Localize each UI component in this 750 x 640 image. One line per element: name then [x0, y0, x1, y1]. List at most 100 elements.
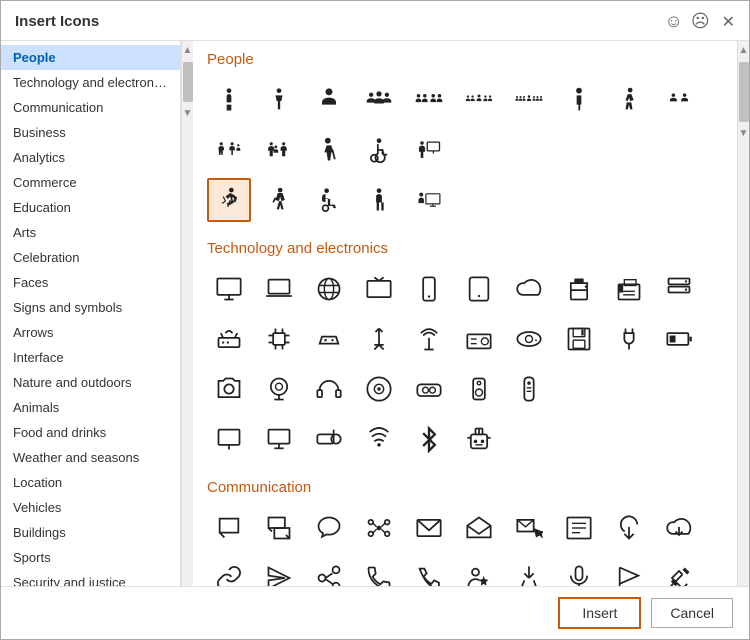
icon-person-silhouette[interactable]	[307, 78, 351, 122]
icon-robot[interactable]	[457, 417, 501, 461]
icon-laptop[interactable]	[257, 267, 301, 311]
icon-cloud[interactable]	[507, 267, 551, 311]
icon-circuit[interactable]	[257, 317, 301, 361]
icon-radio[interactable]	[457, 317, 501, 361]
icon-person-presentation[interactable]	[407, 128, 451, 172]
icon-wheelchair[interactable]	[357, 128, 401, 172]
icon-printer[interactable]	[557, 267, 601, 311]
icon-gamepad[interactable]	[307, 317, 351, 361]
icon-phone[interactable]	[407, 267, 451, 311]
sidebar-item-nature-and-outdoors[interactable]: Nature and outdoors	[1, 370, 180, 395]
icon-usb[interactable]	[357, 317, 401, 361]
icon-satellite[interactable]	[657, 556, 701, 586]
sidebar-item-animals[interactable]: Animals	[1, 395, 180, 420]
icon-hdd[interactable]	[507, 317, 551, 361]
sidebar-item-buildings[interactable]: Buildings	[1, 520, 180, 545]
close-button[interactable]: ✕	[722, 12, 735, 32]
sidebar-item-weather-and-seasons[interactable]: Weather and seasons	[1, 445, 180, 470]
sidebar-scrollbar[interactable]: ▲ ▼	[181, 41, 193, 586]
icon-send[interactable]	[257, 556, 301, 586]
icon-family-2[interactable]	[257, 128, 301, 172]
icon-webcam[interactable]	[257, 367, 301, 411]
sidebar-item-location[interactable]: Location	[1, 470, 180, 495]
main-scroll-up-arrow[interactable]: ▲	[737, 43, 749, 58]
icon-envelope[interactable]	[407, 506, 451, 550]
icon-person-screen[interactable]	[407, 178, 451, 222]
sidebar-item-celebration[interactable]: Celebration	[1, 245, 180, 270]
icon-cloud-download[interactable]	[657, 506, 701, 550]
icon-projector[interactable]	[307, 417, 351, 461]
icon-old-phone[interactable]	[407, 556, 451, 586]
icon-person-tall[interactable]	[557, 78, 601, 122]
icon-person-group-small[interactable]	[657, 78, 701, 122]
main-scroll-down-arrow[interactable]: ▼	[737, 126, 749, 141]
sidebar-item-people[interactable]: People	[1, 45, 180, 70]
icon-headphone[interactable]	[307, 367, 351, 411]
icon-phone-call[interactable]	[357, 556, 401, 586]
icon-group-three[interactable]	[357, 78, 401, 122]
insert-button[interactable]: Insert	[558, 597, 641, 629]
sidebar-scroll-down-arrow[interactable]: ▼	[181, 106, 193, 121]
icon-router[interactable]	[207, 317, 251, 361]
sidebar-item-arrows[interactable]: Arrows	[1, 320, 180, 345]
icon-tablet[interactable]	[457, 267, 501, 311]
icon-share[interactable]	[307, 556, 351, 586]
icon-flag[interactable]	[607, 556, 651, 586]
icon-person-call[interactable]	[457, 556, 501, 586]
sidebar-item-commerce[interactable]: Commerce	[1, 170, 180, 195]
icon-fax[interactable]	[607, 267, 651, 311]
icon-group-five[interactable]	[457, 78, 501, 122]
icon-vr[interactable]	[407, 367, 451, 411]
icon-person-female[interactable]	[257, 78, 301, 122]
sidebar-item-business[interactable]: Business	[1, 120, 180, 145]
icon-pen[interactable]	[507, 556, 551, 586]
icon-person-wheelchair2[interactable]	[307, 178, 351, 222]
icon-chat-bubbles[interactable]	[257, 506, 301, 550]
sidebar-item-analytics[interactable]: Analytics	[1, 145, 180, 170]
icon-person-cane[interactable]	[307, 128, 351, 172]
icon-battery[interactable]	[657, 317, 701, 361]
icon-person-running[interactable]	[207, 178, 251, 222]
icon-globe[interactable]	[307, 267, 351, 311]
sidebar-scroll-up-arrow[interactable]: ▲	[181, 43, 193, 58]
icon-newsletter[interactable]	[557, 506, 601, 550]
icon-mic[interactable]	[557, 556, 601, 586]
icon-network[interactable]	[357, 506, 401, 550]
sad-face-icon[interactable]: ☹	[691, 11, 710, 32]
icon-person-walk[interactable]	[607, 78, 651, 122]
icon-bluetooth[interactable]	[407, 417, 451, 461]
main-scrollbar[interactable]: ▲ ▼	[737, 41, 749, 586]
sidebar-item-faces[interactable]: Faces	[1, 270, 180, 295]
sidebar-scroll-thumb[interactable]	[183, 62, 193, 102]
icon-server[interactable]	[657, 267, 701, 311]
icon-envelope-star[interactable]	[507, 506, 551, 550]
icon-link[interactable]	[207, 556, 251, 586]
icon-remote[interactable]	[507, 367, 551, 411]
sidebar-item-communication[interactable]: Communication	[1, 95, 180, 120]
icon-person-standing2[interactable]	[357, 178, 401, 222]
icon-person-standing[interactable]	[207, 78, 251, 122]
icon-wifi-antenna[interactable]	[357, 417, 401, 461]
sidebar-item-arts[interactable]: Arts	[1, 220, 180, 245]
icon-family-1[interactable]	[207, 128, 251, 172]
sidebar-item-sports[interactable]: Sports	[1, 545, 180, 570]
icon-speech-cloud[interactable]	[307, 506, 351, 550]
main-scroll-thumb[interactable]	[739, 62, 749, 122]
icon-person-hiking[interactable]	[257, 178, 301, 222]
sidebar-item-security-and-justice[interactable]: Security and justice	[1, 570, 180, 586]
icon-speaker[interactable]	[457, 367, 501, 411]
sidebar-item-interface[interactable]: Interface	[1, 345, 180, 370]
icon-antenna[interactable]	[407, 317, 451, 361]
icon-tv[interactable]	[357, 267, 401, 311]
sidebar-item-food-and-drinks[interactable]: Food and drinks	[1, 420, 180, 445]
icon-plug[interactable]	[607, 317, 651, 361]
cancel-button[interactable]: Cancel	[651, 598, 733, 628]
icon-group-many[interactable]	[507, 78, 551, 122]
sidebar-item-signs-and-symbols[interactable]: Signs and symbols	[1, 295, 180, 320]
icon-monitor-small[interactable]	[257, 417, 301, 461]
sidebar-item-education[interactable]: Education	[1, 195, 180, 220]
icon-floppy[interactable]	[557, 317, 601, 361]
icon-chat-bubble[interactable]	[207, 506, 251, 550]
icon-group-four[interactable]	[407, 78, 451, 122]
icon-envelope-open[interactable]	[457, 506, 501, 550]
